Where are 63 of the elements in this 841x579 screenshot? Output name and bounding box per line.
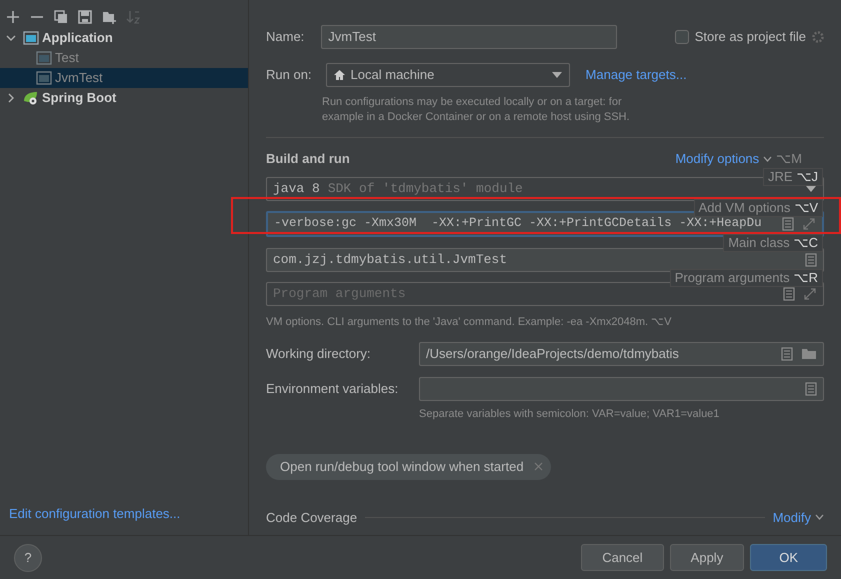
document-icon xyxy=(805,382,817,396)
chevron-down-icon xyxy=(815,514,824,520)
chevron-right-icon[interactable] xyxy=(6,93,16,103)
shortcut-tooltip: JRE ⌥J xyxy=(762,168,823,186)
tree-item[interactable]: JvmTest xyxy=(0,68,248,88)
section-title: Build and run xyxy=(266,150,350,168)
tree-item[interactable]: Application xyxy=(0,28,248,48)
chevron-down-icon[interactable] xyxy=(6,33,16,43)
ok-button[interactable]: OK xyxy=(750,544,827,571)
shortcut-tooltip: Add VM options ⌥V xyxy=(694,199,823,217)
edit-templates-link[interactable]: Edit configuration templates... xyxy=(0,504,248,535)
name-field[interactable]: JvmTest xyxy=(321,25,618,49)
manage-targets-link[interactable]: Manage targets... xyxy=(586,65,687,85)
name-label: Name: xyxy=(266,28,304,46)
modify-link[interactable]: Modify xyxy=(772,508,811,527)
target-dropdown[interactable]: Local machine xyxy=(326,63,570,87)
document-icon xyxy=(783,286,795,300)
shortcut-tooltip: Main class ⌥C xyxy=(723,234,823,252)
working-directory-field[interactable]: /Users/orange/IdeaProjects/demo/tdmybatis xyxy=(419,342,824,366)
jre-hint: SDK of 'tdmybatis' module xyxy=(328,180,523,198)
main-class-value: com.jzj.tdmybatis.util.JvmTest xyxy=(273,250,508,269)
main-class-field[interactable]: com.jzj.tdmybatis.util.JvmTest xyxy=(266,248,824,272)
folder-icon xyxy=(801,348,817,360)
shortcut-label: ⌥M xyxy=(776,150,802,168)
working-directory-label: Working directory: xyxy=(266,344,372,363)
tree-item[interactable]: Spring Boot xyxy=(0,88,248,108)
jre-value: java 8 xyxy=(273,180,320,198)
environment-variables-label: Environment variables: xyxy=(266,380,400,398)
environment-variables-field[interactable] xyxy=(419,376,824,400)
window-icon xyxy=(36,71,52,85)
shortcut-tooltip: Program arguments ⌥R xyxy=(670,269,823,287)
env-hint: Separate variables with semicolon: VAR=value; VAR1=value1 xyxy=(419,406,720,422)
working-directory-value: /Users/orange/IdeaProjects/demo/tdmybatis xyxy=(426,344,680,363)
window-icon xyxy=(23,31,39,45)
vm-options-help: VM options. CLI arguments to the 'Java' command. Example: -ea -Xmx2048m. ⌥V xyxy=(266,314,672,330)
home-icon xyxy=(332,69,346,81)
run-on-hint: Run configurations may be executed locally or on a target: for example in a Docker Container or on a remote host using SSH. xyxy=(322,95,631,125)
modify-options-link[interactable]: Modify options xyxy=(675,149,760,168)
expand-icon xyxy=(803,286,817,300)
store-label: Store as project file xyxy=(694,28,806,46)
document-icon xyxy=(805,252,817,266)
dialog-button[interactable]: Cancel xyxy=(581,544,664,571)
gear-icon xyxy=(812,31,824,43)
checkbox[interactable] xyxy=(674,30,689,44)
save-icon[interactable] xyxy=(78,10,92,24)
folder-plus-icon[interactable] xyxy=(102,10,116,24)
document-icon xyxy=(782,216,794,230)
expand-icon xyxy=(802,216,816,230)
copy-icon[interactable] xyxy=(54,10,68,24)
option-chip[interactable]: Open run/debug tool window when started xyxy=(266,454,551,480)
document-icon xyxy=(781,346,793,360)
run-on-label: Run on: xyxy=(266,66,312,84)
leaf-gear-icon xyxy=(23,91,39,105)
window-icon xyxy=(36,51,52,65)
help-button[interactable]: ? xyxy=(14,544,42,572)
dropdown-value: Local machine xyxy=(350,66,436,84)
chevron-down-icon xyxy=(763,156,772,162)
dialog-button[interactable]: Apply xyxy=(670,544,744,571)
add-icon[interactable] xyxy=(6,10,20,24)
section-title: Code Coverage xyxy=(266,508,358,527)
tree-item[interactable]: Test xyxy=(0,48,248,68)
vm-options-value: -verbose:gc -Xmx30M -XX:+PrintGC -XX:+PrintGCDetails -XX:+HeapDu xyxy=(274,215,762,232)
dropdown-caret-icon xyxy=(550,71,563,79)
